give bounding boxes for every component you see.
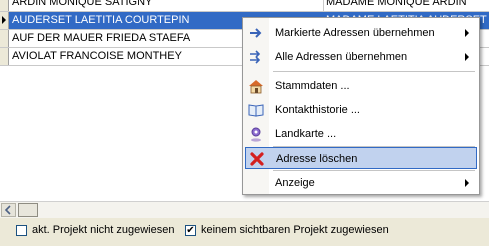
submenu-arrow-icon	[465, 179, 469, 187]
book-icon	[248, 104, 264, 117]
not-assigned-visible-project-checkbox[interactable]: ✔	[185, 225, 196, 236]
status-bar: akt. Projekt nicht zugewiesen ✔ keinem s…	[0, 219, 489, 246]
table-row[interactable]: ARDIN MONIQUE SATIGNY MADAME MONIQUE ARD…	[0, 0, 489, 12]
menu-item-contact-history[interactable]: Kontakthistorie ...	[245, 99, 477, 121]
not-assigned-visible-project-label: keinem sichtbaren Projekt zugewiesen	[201, 224, 389, 236]
menu-item-label: Anzeige	[275, 177, 315, 189]
menu-item-transfer-selected[interactable]: Markierte Adressen übernehmen	[245, 22, 477, 44]
menu-item-transfer-all[interactable]: Alle Adressen übernehmen	[245, 46, 477, 68]
submenu-arrow-icon	[465, 29, 469, 37]
house-icon	[249, 80, 263, 94]
row-indicator[interactable]	[0, 48, 9, 65]
context-menu: Markierte Adressen übernehmen Alle Adres…	[242, 17, 480, 195]
arrow-right-icon	[250, 28, 262, 38]
menu-item-map[interactable]: Landkarte ...	[245, 123, 477, 145]
scroll-left-button[interactable]	[1, 203, 16, 217]
submenu-arrow-icon	[465, 53, 469, 61]
not-assigned-current-project-label: akt. Projekt nicht zugewiesen	[32, 224, 175, 236]
menu-item-label: Kontakthistorie ...	[275, 104, 360, 116]
menu-item-display[interactable]: Anzeige	[245, 172, 477, 194]
scroll-thumb[interactable]	[18, 203, 38, 217]
menu-item-label: Alle Adressen übernehmen	[275, 51, 408, 63]
menu-item-label: Landkarte ...	[275, 128, 337, 140]
row-indicator[interactable]	[0, 12, 9, 29]
menu-separator	[273, 170, 475, 171]
menu-item-label: Adresse löschen	[276, 153, 358, 165]
menu-item-label: Stammdaten ...	[275, 80, 350, 92]
double-arrow-right-icon	[250, 50, 261, 64]
horizontal-scrollbar[interactable]	[0, 201, 489, 218]
menu-item-master-data[interactable]: Stammdaten ...	[245, 75, 477, 97]
menu-item-delete-address[interactable]: Adresse löschen	[245, 147, 477, 169]
address-cell[interactable]: MADAME MONIQUE ARDIN	[323, 0, 489, 11]
row-indicator[interactable]	[0, 30, 9, 47]
not-assigned-current-project-checkbox[interactable]	[16, 225, 27, 236]
chevron-left-icon	[4, 205, 11, 215]
row-indicator[interactable]	[0, 0, 9, 11]
name-cell[interactable]: ARDIN MONIQUE SATIGNY	[9, 0, 324, 11]
map-pin-icon	[251, 127, 261, 142]
current-row-arrow-icon	[2, 16, 6, 24]
menu-separator	[273, 71, 475, 72]
menu-item-label: Markierte Adressen übernehmen	[275, 27, 435, 39]
delete-x-icon	[250, 152, 264, 166]
